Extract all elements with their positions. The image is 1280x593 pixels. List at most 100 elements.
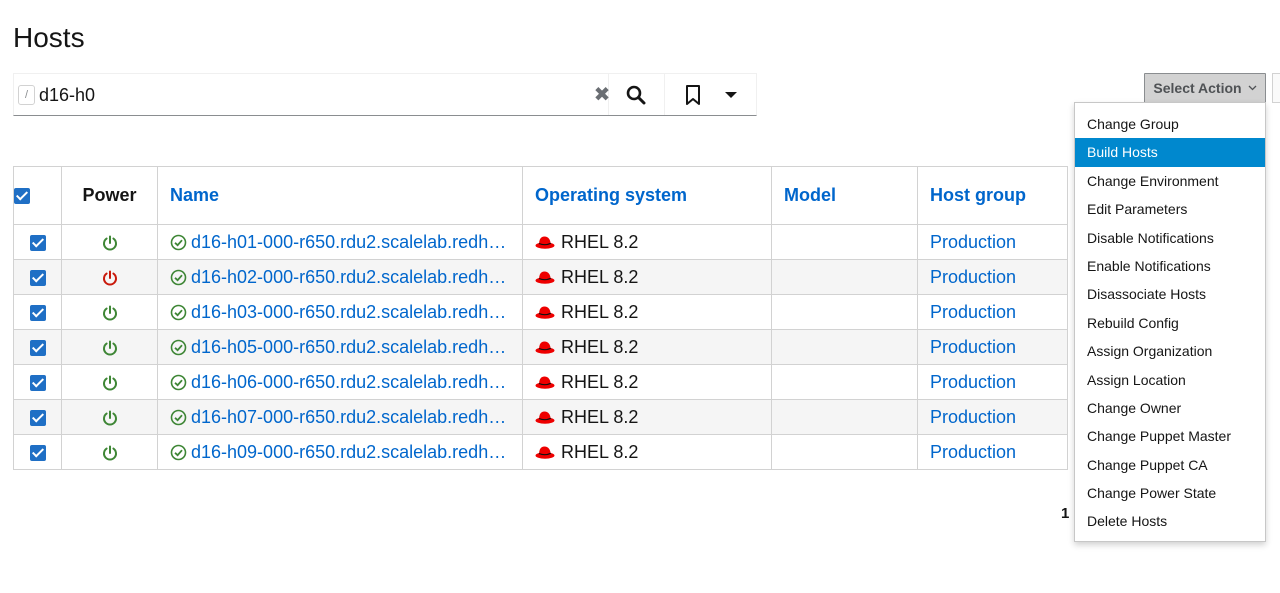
- status-ok-icon: [170, 269, 187, 285]
- os-cell: RHEL 8.2: [522, 399, 772, 435]
- host-group-column-header[interactable]: Host group: [917, 166, 1068, 225]
- host-group-link[interactable]: Production: [930, 337, 1016, 357]
- chevron-down-icon: [1248, 85, 1257, 91]
- os-name: RHEL 8.2: [561, 371, 639, 392]
- menu-item-edit-parameters[interactable]: Edit Parameters: [1075, 195, 1265, 223]
- table-row: d16-h02-000-r650.rdu2.scalelab.redhat...…: [13, 259, 1068, 295]
- row-checkbox[interactable]: [29, 269, 46, 286]
- search-button[interactable]: [607, 74, 664, 115]
- power-on-icon: [102, 305, 117, 321]
- redhat-logo-icon: [535, 446, 555, 459]
- bookmark-dropdown-toggle[interactable]: [720, 74, 756, 115]
- host-group-link[interactable]: Production: [930, 232, 1016, 252]
- search-field: / ✖: [14, 74, 610, 115]
- redhat-logo-icon: [535, 271, 555, 284]
- row-checkbox[interactable]: [29, 444, 46, 461]
- status-ok-icon: [170, 444, 187, 460]
- select-all-cell: [13, 166, 62, 225]
- table-row: d16-h03-000-r650.rdu2.scalelab.redhat...…: [13, 294, 1068, 330]
- power-cell: [61, 294, 158, 330]
- status-ok-icon: [170, 339, 187, 355]
- secondary-action-button[interactable]: [1272, 73, 1280, 103]
- host-name-link[interactable]: d16-h02-000-r650.rdu2.scalelab.redhat...: [191, 267, 510, 288]
- menu-item-disassociate-hosts[interactable]: Disassociate Hosts: [1075, 280, 1265, 308]
- host-group-link[interactable]: Production: [930, 407, 1016, 427]
- host-group-cell: Production: [917, 259, 1068, 295]
- os-cell: RHEL 8.2: [522, 329, 772, 365]
- menu-item-change-puppet-ca[interactable]: Change Puppet CA: [1075, 451, 1265, 479]
- name-cell: d16-h07-000-r650.rdu2.scalelab.redhat...…: [157, 399, 523, 435]
- hosts-table: Power Name Operating system Model Host g…: [13, 166, 1068, 470]
- row-select-cell: [13, 329, 62, 365]
- menu-item-rebuild-config[interactable]: Rebuild Config: [1075, 309, 1265, 337]
- menu-item-build-hosts[interactable]: Build Hosts: [1075, 138, 1265, 167]
- os-column-header[interactable]: Operating system: [522, 166, 772, 225]
- menu-item-delete-hosts[interactable]: Delete Hosts: [1075, 507, 1265, 535]
- name-cell: d16-h01-000-r650.rdu2.scalelab.redhat...…: [157, 224, 523, 260]
- host-name-link[interactable]: d16-h03-000-r650.rdu2.scalelab.redhat...: [191, 302, 510, 323]
- power-off-icon: [102, 270, 117, 286]
- host-name-link[interactable]: d16-h07-000-r650.rdu2.scalelab.redhat...…: [191, 407, 510, 428]
- power-cell: [61, 329, 158, 365]
- status-ok-icon: [170, 409, 187, 425]
- host-name-link[interactable]: d16-h09-000-r650.rdu2.scalelab.redhat...: [191, 442, 510, 463]
- os-name: RHEL 8.2: [561, 266, 639, 287]
- row-select-cell: [13, 294, 62, 330]
- os-cell: RHEL 8.2: [522, 364, 772, 400]
- select-action-button[interactable]: Select Action: [1144, 73, 1266, 103]
- clear-search-button[interactable]: ✖: [592, 85, 612, 105]
- host-group-cell: Production: [917, 224, 1068, 260]
- row-checkbox[interactable]: [29, 409, 46, 426]
- menu-item-change-owner[interactable]: Change Owner: [1075, 394, 1265, 422]
- menu-item-enable-notifications[interactable]: Enable Notifications: [1075, 252, 1265, 280]
- host-group-link[interactable]: Production: [930, 372, 1016, 392]
- bookmark-icon: [685, 84, 700, 105]
- os-name: RHEL 8.2: [561, 231, 639, 252]
- model-cell: [771, 364, 918, 400]
- power-cell: [61, 434, 158, 470]
- status-ok-icon: [170, 374, 187, 390]
- status-ok-icon: [170, 304, 187, 320]
- search-input[interactable]: [39, 80, 579, 110]
- name-cell: d16-h03-000-r650.rdu2.scalelab.redhat...: [157, 294, 523, 330]
- bookmark-button[interactable]: [664, 74, 720, 115]
- power-cell: [61, 399, 158, 435]
- host-group-link[interactable]: Production: [930, 442, 1016, 462]
- row-checkbox[interactable]: [29, 304, 46, 321]
- host-group-cell: Production: [917, 364, 1068, 400]
- row-checkbox[interactable]: [29, 374, 46, 391]
- host-name-link[interactable]: d16-h01-000-r650.rdu2.scalelab.redhat...…: [191, 232, 510, 253]
- os-name: RHEL 8.2: [561, 441, 639, 462]
- table-row: d16-h05-000-r650.rdu2.scalelab.redhat...…: [13, 329, 1068, 365]
- caret-down-icon: [725, 91, 738, 98]
- row-select-cell: [13, 224, 62, 260]
- table-row: d16-h06-000-r650.rdu2.scalelab.redhat...…: [13, 364, 1068, 400]
- power-cell: [61, 224, 158, 260]
- name-column-header[interactable]: Name: [157, 166, 523, 225]
- host-name-link[interactable]: d16-h05-000-r650.rdu2.scalelab.redhat...: [191, 337, 510, 358]
- row-checkbox[interactable]: [29, 339, 46, 356]
- table-row: d16-h01-000-r650.rdu2.scalelab.redhat...…: [13, 224, 1068, 260]
- table-row: d16-h07-000-r650.rdu2.scalelab.redhat...…: [13, 399, 1068, 435]
- menu-item-change-puppet-master[interactable]: Change Puppet Master: [1075, 422, 1265, 450]
- menu-item-assign-organization[interactable]: Assign Organization: [1075, 337, 1265, 365]
- menu-item-change-power-state[interactable]: Change Power State: [1075, 479, 1265, 507]
- model-column-header[interactable]: Model: [771, 166, 918, 225]
- host-group-cell: Production: [917, 399, 1068, 435]
- menu-item-change-group[interactable]: Change Group: [1075, 110, 1265, 138]
- select-all-checkbox[interactable]: [14, 188, 30, 205]
- host-group-link[interactable]: Production: [930, 302, 1016, 322]
- host-group-link[interactable]: Production: [930, 267, 1016, 287]
- name-cell: d16-h02-000-r650.rdu2.scalelab.redhat...: [157, 259, 523, 295]
- redhat-logo-icon: [535, 341, 555, 354]
- host-name-link[interactable]: d16-h06-000-r650.rdu2.scalelab.redhat...: [191, 372, 510, 393]
- os-cell: RHEL 8.2: [522, 294, 772, 330]
- host-group-cell: Production: [917, 329, 1068, 365]
- menu-item-change-environment[interactable]: Change Environment: [1075, 167, 1265, 195]
- menu-item-disable-notifications[interactable]: Disable Notifications: [1075, 224, 1265, 252]
- select-action-menu: Change Group Build Hosts Change Environmen…: [1074, 102, 1266, 542]
- menu-item-assign-location[interactable]: Assign Location: [1075, 366, 1265, 394]
- row-checkbox[interactable]: [29, 234, 46, 251]
- keyboard-shortcut-hint: /: [18, 85, 35, 105]
- search-icon: [627, 85, 646, 104]
